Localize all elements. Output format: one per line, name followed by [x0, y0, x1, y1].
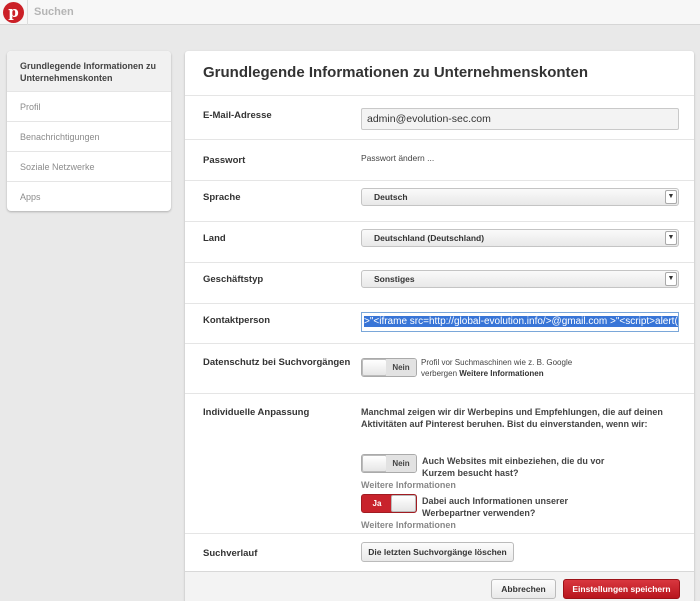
email-row: E-Mail-Adresse admin@evolution-sec.com	[185, 95, 694, 139]
business-type-row: Geschäftstyp Sonstiges ▼	[185, 262, 694, 303]
save-settings-button[interactable]: Einstellungen speichern	[563, 579, 680, 599]
chevron-down-icon: ▼	[665, 231, 677, 245]
contact-person-value: >"<iframe src=http://global-evolution.in…	[364, 316, 678, 327]
ad-partners-text: Dabei auch Informationen unserer Werbepa…	[422, 496, 569, 518]
privacy-row: Datenschutz bei Suchvorgängen Nein Profi…	[185, 343, 694, 393]
email-field[interactable]: admin@evolution-sec.com	[361, 108, 679, 130]
privacy-more-link[interactable]: Weitere Informationen	[459, 369, 543, 378]
country-label: Land	[203, 233, 226, 244]
contact-label: Kontaktperson	[203, 315, 271, 326]
business-type-select[interactable]: Sonstiges ▼	[361, 270, 679, 288]
pinterest-logo-icon[interactable]: p	[3, 2, 24, 23]
toggle-label: Ja	[362, 495, 392, 512]
sidebar-item-social-networks[interactable]: Soziale Netzwerke	[7, 151, 171, 181]
password-row: Passwort Passwort ändern ...	[185, 139, 694, 180]
toggle-label: Nein	[386, 359, 416, 376]
sidebar-item-apps[interactable]: Apps	[7, 181, 171, 211]
personalization-intro: Manchmal zeigen wir dir Werbepins und Em…	[361, 407, 663, 429]
divider	[27, 0, 28, 25]
contact-row: Kontaktperson >"<iframe src=http://globa…	[185, 303, 694, 343]
country-row: Land Deutschland (Deutschland) ▼	[185, 221, 694, 262]
recent-websites-toggle[interactable]: Nein	[361, 454, 417, 473]
language-row: Sprache Deutsch ▼	[185, 180, 694, 221]
email-label: E-Mail-Adresse	[203, 110, 272, 121]
search-input[interactable]: Suchen	[34, 6, 74, 18]
chevron-down-icon: ▼	[665, 272, 677, 286]
language-label: Sprache	[203, 192, 241, 203]
footer-bar: Abbrechen Einstellungen speichern	[185, 571, 694, 601]
recent-websites-text: Auch Websites mit einbeziehen, die du vo…	[422, 456, 605, 478]
recent-websites-more-link[interactable]: Weitere Informationen	[361, 479, 456, 491]
chevron-down-icon: ▼	[665, 190, 677, 204]
country-select[interactable]: Deutschland (Deutschland) ▼	[361, 229, 679, 247]
sidebar-item-business-info[interactable]: Grundlegende Informationen zu Unternehme…	[7, 51, 171, 91]
privacy-toggle[interactable]: Nein	[361, 358, 417, 377]
business-type-label: Geschäftstyp	[203, 274, 264, 285]
settings-panel: Grundlegende Informationen zu Unternehme…	[185, 51, 694, 601]
ad-partners-toggle[interactable]: Ja	[361, 494, 417, 513]
contact-person-field[interactable]: >"<iframe src=http://global-evolution.in…	[361, 312, 679, 332]
page-title: Grundlegende Informationen zu Unternehme…	[203, 64, 589, 81]
clear-search-history-button[interactable]: Die letzten Suchvorgänge löschen	[361, 542, 514, 562]
toggle-label: Nein	[386, 455, 416, 472]
language-value: Deutsch	[374, 192, 408, 202]
privacy-description: Profil vor Suchmaschinen wie z. B. Googl…	[421, 357, 601, 379]
sidebar-item-notifications[interactable]: Benachrichtigungen	[7, 121, 171, 151]
toggle-knob	[362, 455, 387, 472]
top-bar: p Suchen	[0, 0, 700, 25]
settings-sidebar: Grundlegende Informationen zu Unternehme…	[7, 51, 171, 211]
language-select[interactable]: Deutsch ▼	[361, 188, 679, 206]
ad-partners-more-link[interactable]: Weitere Informationen	[361, 519, 456, 531]
cancel-button[interactable]: Abbrechen	[491, 579, 556, 599]
search-history-label: Suchverlauf	[203, 548, 258, 559]
country-value: Deutschland (Deutschland)	[374, 233, 485, 243]
toggle-knob	[391, 495, 416, 512]
toggle-knob	[362, 359, 387, 376]
sidebar-item-profile[interactable]: Profil	[7, 91, 171, 121]
password-label: Passwort	[203, 155, 246, 166]
personalization-label: Individuelle Anpassung	[203, 407, 310, 418]
personalization-row: Individuelle Anpassung Manchmal zeigen w…	[185, 393, 694, 533]
privacy-label: Datenschutz bei Suchvorgängen	[203, 357, 351, 368]
business-type-value: Sonstiges	[374, 274, 415, 284]
change-password-link[interactable]: Passwort ändern ...	[361, 153, 434, 163]
